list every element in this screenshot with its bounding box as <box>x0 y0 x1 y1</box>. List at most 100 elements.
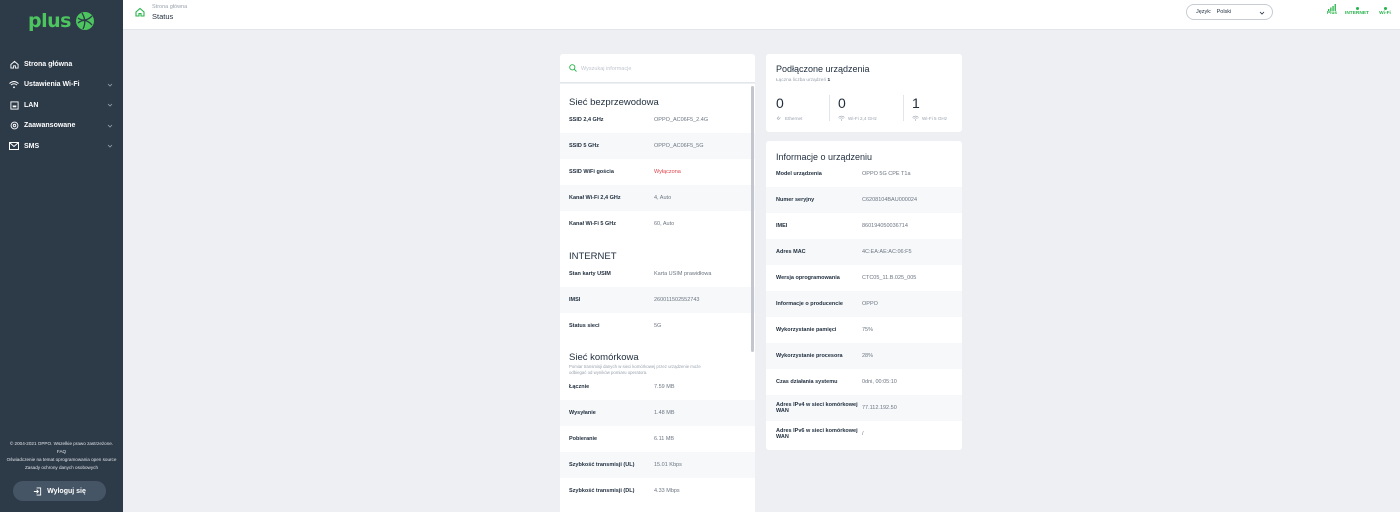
faq-link[interactable]: FAQ <box>0 448 123 456</box>
table-row: Wysyłanie 1.48 MB <box>560 400 755 426</box>
cellular-section-title: Sieć komórkowa <box>569 352 639 363</box>
row-label: Wykorzystanie procesora <box>776 353 843 359</box>
row-label: Stan karty USIM <box>569 271 611 277</box>
dot-icon <box>1383 7 1387 10</box>
row-label: Wysyłanie <box>569 410 596 416</box>
table-row: Numer seryjny C6208104BAU000024 <box>766 187 962 213</box>
total-devices: Łączna liczba urządzeń 1 <box>776 78 830 83</box>
table-row: Stan karty USIM Karta USIM prawidłowa <box>560 261 755 287</box>
logout-label: Wyloguj się <box>47 487 86 495</box>
divider <box>829 95 830 121</box>
sidebar-item-sms[interactable]: SMS <box>0 136 123 157</box>
table-row: Wykorzystanie procesora 28% <box>766 343 962 369</box>
ethernet-count-value: 0 <box>776 95 784 111</box>
language-select[interactable]: Język: Polski <box>1186 4 1273 20</box>
plus-logo[interactable]: plus <box>28 10 95 32</box>
home-icon <box>9 59 19 69</box>
table-row: Informacje o producencie OPPO <box>766 291 962 317</box>
wifi-5-count: 1 Wi-Fi 5 GHz <box>912 95 972 121</box>
chevron-down-icon <box>107 83 113 87</box>
row-value: 4, Auto <box>654 195 672 201</box>
top-bar: Strona główna Status Język: Polski Plus … <box>123 0 1400 30</box>
sidebar-nav: Strona główna Ustawienia Wi-Fi LAN Zaawa… <box>0 54 123 157</box>
wifi-5-count-value: 1 <box>912 95 920 111</box>
row-value: 75% <box>862 327 874 333</box>
row-label: SSID 2,4 GHz <box>569 117 604 123</box>
search-input[interactable] <box>581 62 741 75</box>
panel-scrollbar[interactable] <box>751 86 754 352</box>
dot-icon <box>1355 7 1359 10</box>
sidebar-item-label: LAN <box>24 101 39 109</box>
row-value: 7.59 MB <box>654 384 675 390</box>
wifi-24-count: 0 Wi-Fi 2,4 GHz <box>838 95 898 121</box>
sidebar-item-wifi-settings[interactable]: Ustawienia Wi-Fi <box>0 75 123 96</box>
wifi-icon <box>912 115 919 121</box>
plus-indicator-label: Plus <box>1326 11 1338 16</box>
table-row: Adres IPv4 w sieci komórkowej WAN 77.112.… <box>766 395 962 421</box>
row-label: Pobieranie <box>569 436 598 442</box>
row-label: Czas działania systemu <box>776 379 838 385</box>
ethernet-count: 0 Ethernet <box>776 95 836 121</box>
mail-icon <box>9 141 19 151</box>
privacy-policy-link[interactable]: Zasady ochrony danych osobowych <box>0 464 123 472</box>
chevron-down-icon <box>1259 11 1265 15</box>
row-label: Kanał Wi-Fi 2,4 GHz <box>569 195 621 201</box>
row-label: Łącznie <box>569 384 590 390</box>
table-row: SSID 5 GHz OPPO_AC06F5_5G <box>560 133 755 159</box>
logout-button[interactable]: Wyloguj się <box>13 481 106 501</box>
page-title: Status <box>152 12 174 21</box>
table-row: Pobieranie 6.11 MB <box>560 426 755 452</box>
row-value: 4.33 Mbps <box>654 488 680 494</box>
row-label: SSID 5 GHz <box>569 143 599 149</box>
sidebar-item-label: SMS <box>24 142 40 150</box>
open-source-link[interactable]: Oświadczenie na temat oprogramowania ope… <box>0 456 123 464</box>
row-label: Wykorzystanie pamięci <box>776 327 837 333</box>
sidebar-item-home[interactable]: Strona główna <box>0 54 123 75</box>
sidebar-item-label: Ustawienia Wi-Fi <box>24 81 80 89</box>
row-label: Model urządzenia <box>776 171 822 177</box>
internet-indicator-label: INTERNET <box>1345 11 1369 16</box>
table-row: Łącznie 7.59 MB <box>560 374 755 400</box>
table-row: Wersja oprogramowania CTC05_11.B.025_005 <box>766 265 962 291</box>
row-value: OPPO <box>862 301 878 307</box>
wifi-5-count-label: Wi-Fi 5 GHz <box>922 115 948 121</box>
sidebar-item-advanced[interactable]: Zaawansowane <box>0 116 123 137</box>
wifi-status-indicator: Wi-Fi <box>1377 3 1393 16</box>
row-value: 860194050036714 <box>862 223 908 229</box>
sidebar-item-lan[interactable]: LAN <box>0 95 123 116</box>
row-label: Status sieci <box>569 323 600 329</box>
plus-signal-indicator: Plus <box>1326 3 1338 16</box>
total-devices-value: 1 <box>827 78 831 83</box>
row-value: 77.112.192.50 <box>862 405 897 411</box>
gear-icon <box>9 121 19 131</box>
row-label: Informacje o producencie <box>776 301 843 307</box>
wifi-24-count-label: Wi-Fi 2,4 GHz <box>848 115 877 121</box>
home-icon[interactable] <box>135 7 145 17</box>
chevron-down-icon <box>107 144 113 148</box>
internet-status-indicator: INTERNET <box>1343 3 1371 16</box>
row-value: OPPO_AC06F5_2.4G <box>654 117 709 123</box>
row-value: 4C:EA:AE:AC:06:F5 <box>862 249 912 255</box>
sidebar: plus Strona główna Ustawienia Wi-Fi LAN … <box>0 0 123 512</box>
logo-text: plus <box>28 10 71 32</box>
row-label: Adres IPv6 w sieci komórkowej WAN <box>776 428 858 441</box>
table-row: Model urządzenia OPPO 5G CPE T1a <box>766 161 962 187</box>
row-value-disabled: Wyłączona <box>654 169 681 175</box>
language-value: Polski <box>1216 9 1232 15</box>
sidebar-item-label: Zaawansowane <box>24 122 76 130</box>
table-row: Szybkość transmisji (UL) 15.01 Kbps <box>560 452 755 478</box>
row-value: C6208104BAU000024 <box>862 197 918 203</box>
row-label: IMSI <box>569 297 581 303</box>
row-label: SSID WiFi gościa <box>569 169 614 175</box>
row-label: Wersja oprogramowania <box>776 275 840 281</box>
row-value: 15.01 Kbps <box>654 462 682 468</box>
table-row: IMSI 260011502552743 <box>560 287 755 313</box>
table-row: Wykorzystanie pamięci 75% <box>766 317 962 343</box>
row-value: 5G <box>654 323 662 329</box>
row-value: 28% <box>862 353 874 359</box>
chevron-down-icon <box>107 124 113 128</box>
breadcrumb[interactable]: Strona główna <box>152 4 187 10</box>
table-row: Status sieci 5G <box>560 313 755 339</box>
row-value: 6.11 MB <box>654 436 675 442</box>
wifi-icon <box>9 80 19 90</box>
